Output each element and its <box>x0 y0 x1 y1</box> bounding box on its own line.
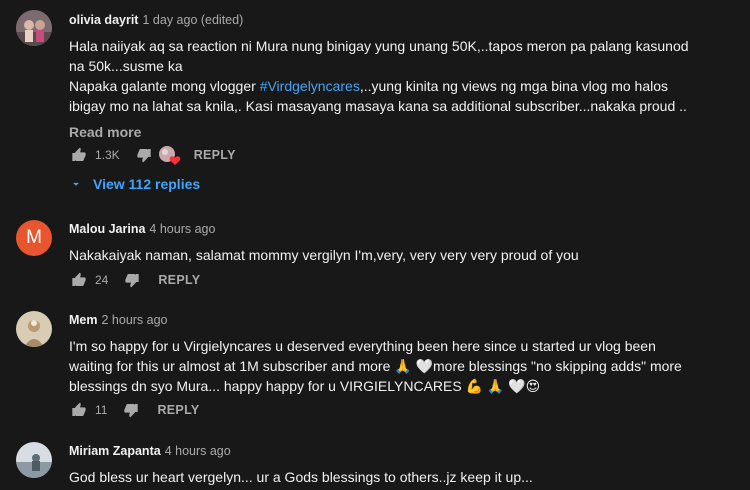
dislike-icon[interactable] <box>134 145 154 165</box>
comment-line-start: Napaka galante mong vlogger <box>69 78 260 94</box>
comment-actions: 24 REPLY <box>69 268 200 292</box>
comment-text: I'm so happy for u Virgielyncares u dese… <box>69 336 740 396</box>
comment-time[interactable]: 4 hours ago <box>165 444 231 458</box>
reply-button[interactable]: REPLY <box>158 273 200 287</box>
like-count: 24 <box>95 273 109 287</box>
avatar[interactable] <box>16 311 52 347</box>
comment-line: Napaka galante mong vlogger #Virdgelynca… <box>69 76 740 96</box>
creator-heart-icon <box>158 144 181 166</box>
avatar-letter: M <box>26 227 42 248</box>
comment-text: Hala naiiyak aq sa reaction ni Mura nung… <box>69 36 740 116</box>
view-replies-label: View 112 replies <box>93 176 201 192</box>
comment-text: God bless ur heart vergelyn... ur a Gods… <box>69 469 533 485</box>
comment-time[interactable]: 1 day ago (edited) <box>142 13 243 27</box>
author-name[interactable]: Miriam Zapanta <box>69 444 161 458</box>
like-icon[interactable] <box>69 400 89 420</box>
reply-button[interactable]: REPLY <box>194 148 236 162</box>
comment-line: waiting for this ur almost at 1M subscri… <box>69 358 682 374</box>
view-replies-button[interactable]: View 112 replies <box>69 172 200 196</box>
comment-line: ibigay mo na lahat sa knila,. Kasi masay… <box>69 98 687 114</box>
avatar[interactable] <box>16 442 52 478</box>
chevron-down-icon <box>73 182 79 186</box>
comment-text: Nakakaiyak naman, salamat mommy vergilyn… <box>69 247 579 263</box>
dislike-icon[interactable] <box>121 400 141 420</box>
dislike-icon[interactable] <box>122 270 142 290</box>
read-more-link[interactable]: Read more <box>69 122 740 142</box>
comment-time[interactable]: 2 hours ago <box>101 313 167 327</box>
avatar[interactable] <box>16 10 52 46</box>
author-name[interactable]: Mem <box>69 313 97 327</box>
comment-line: Hala naiiyak aq sa reaction ni Mura nung… <box>69 38 689 54</box>
like-count: 11 <box>95 403 108 417</box>
comment-line: blessings dn syo Mura... happy happy for… <box>69 378 541 394</box>
hashtag-link[interactable]: #Virdgelyncares <box>260 78 360 94</box>
comment-time[interactable]: 4 hours ago <box>149 222 215 236</box>
comment-actions: 11 REPLY <box>69 398 200 422</box>
like-icon[interactable] <box>69 270 89 290</box>
like-count: 1.3K <box>95 148 120 162</box>
author-name[interactable]: Malou Jarina <box>69 222 145 236</box>
author-name[interactable]: olivia dayrit <box>69 13 138 27</box>
comment-line: I'm so happy for u Virgielyncares u dese… <box>69 338 656 354</box>
comment-line: na 50k...susme ka <box>69 58 183 74</box>
avatar[interactable]: M <box>16 220 52 256</box>
comment-actions: 1.3K REPLY <box>69 143 236 167</box>
like-icon[interactable] <box>69 145 89 165</box>
comment-line-end: ,..yung kinita ng views ng mga bina vlog… <box>359 78 668 94</box>
reply-button[interactable]: REPLY <box>157 403 199 417</box>
